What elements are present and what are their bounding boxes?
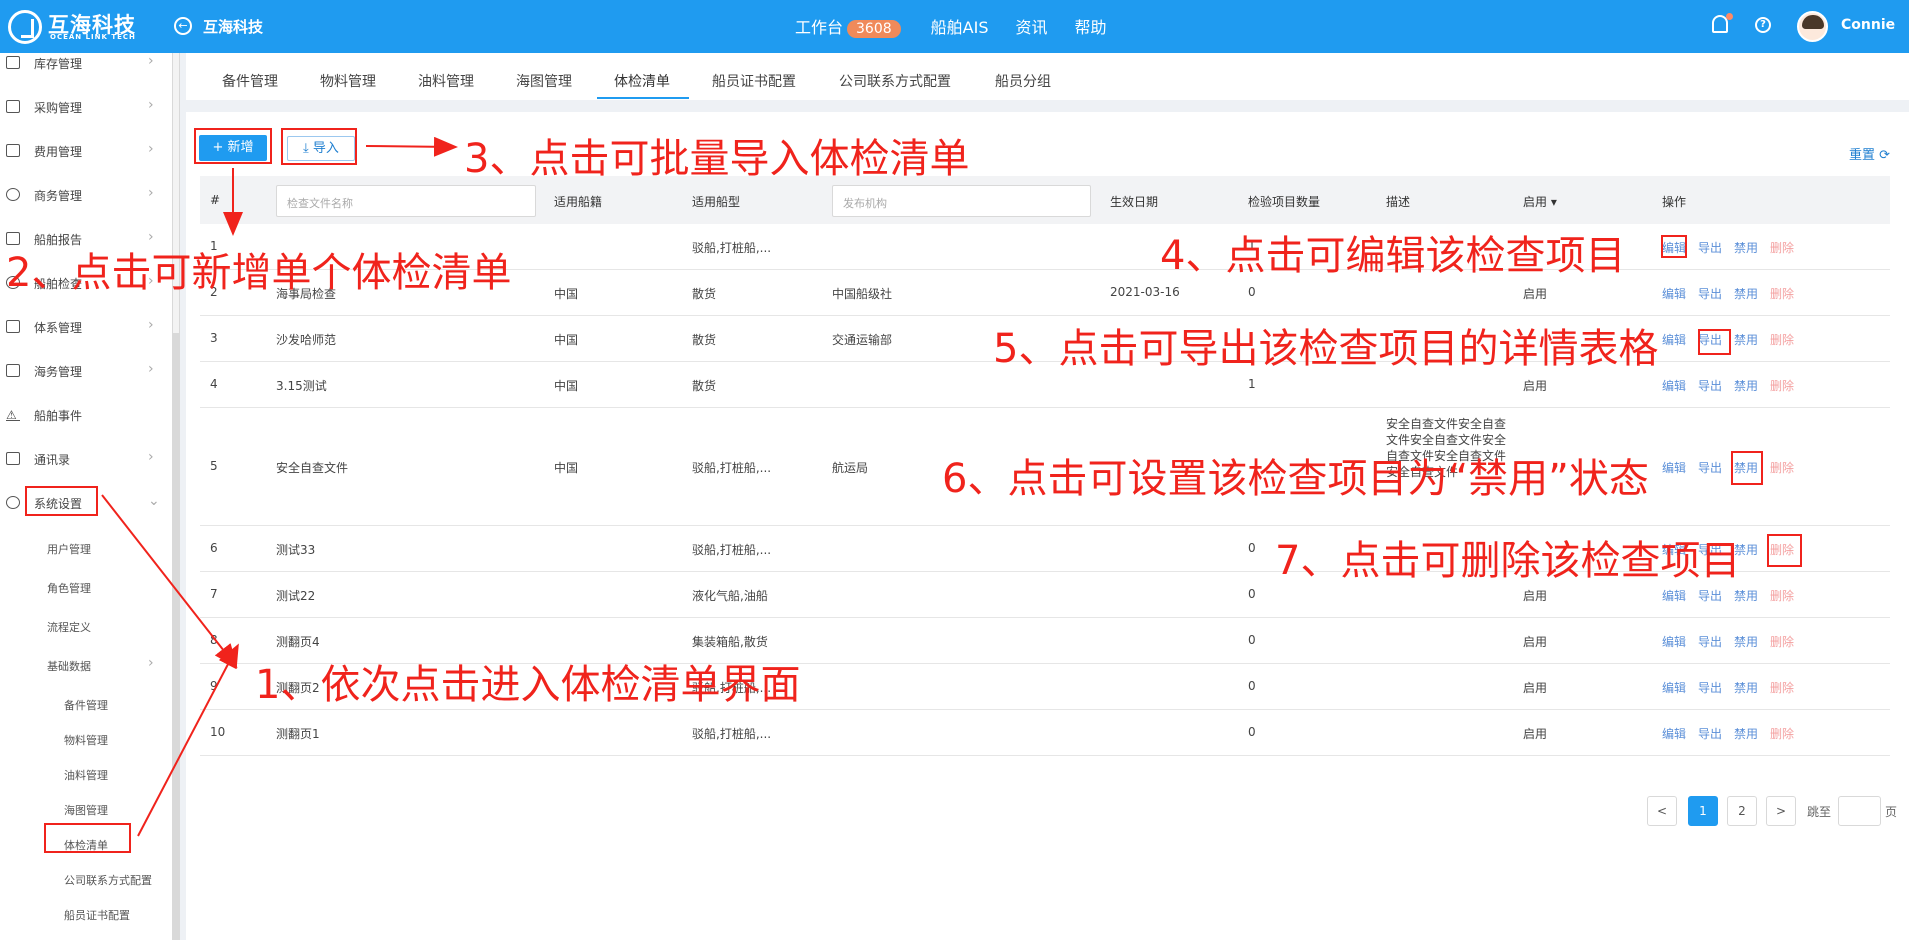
- highlight-disable-action: [1731, 451, 1763, 485]
- arrow-from-settings: [101, 494, 238, 669]
- annotation-7: 7、点击可删除该检查项目: [1275, 538, 1741, 584]
- highlight-system-settings: [25, 486, 98, 516]
- annotation-2: 2、点击可新增单个体检清单: [6, 250, 512, 296]
- annotation-6: 6、点击可设置该检查项目为“禁用”状态: [942, 456, 1649, 502]
- highlight-delete-action: [1767, 534, 1802, 567]
- annotation-1: 1、依次点击进入体检清单界面: [255, 662, 801, 708]
- highlight-import-button: [281, 128, 357, 165]
- annotation-5: 5、点击可导出该检查项目的详情表格: [993, 326, 1659, 372]
- highlight-export-action: [1698, 329, 1731, 355]
- annotation-4: 4、点击可编辑该检查项目: [1160, 233, 1626, 279]
- highlight-edit-action: [1661, 235, 1687, 258]
- arrow-to-annotation-3: [365, 136, 458, 157]
- highlight-checklist-item: [44, 823, 131, 853]
- highlight-add-button: [194, 128, 272, 164]
- annotation-3: 3、点击可批量导入体检清单: [464, 136, 970, 182]
- arrow-from-checklist: [137, 643, 239, 837]
